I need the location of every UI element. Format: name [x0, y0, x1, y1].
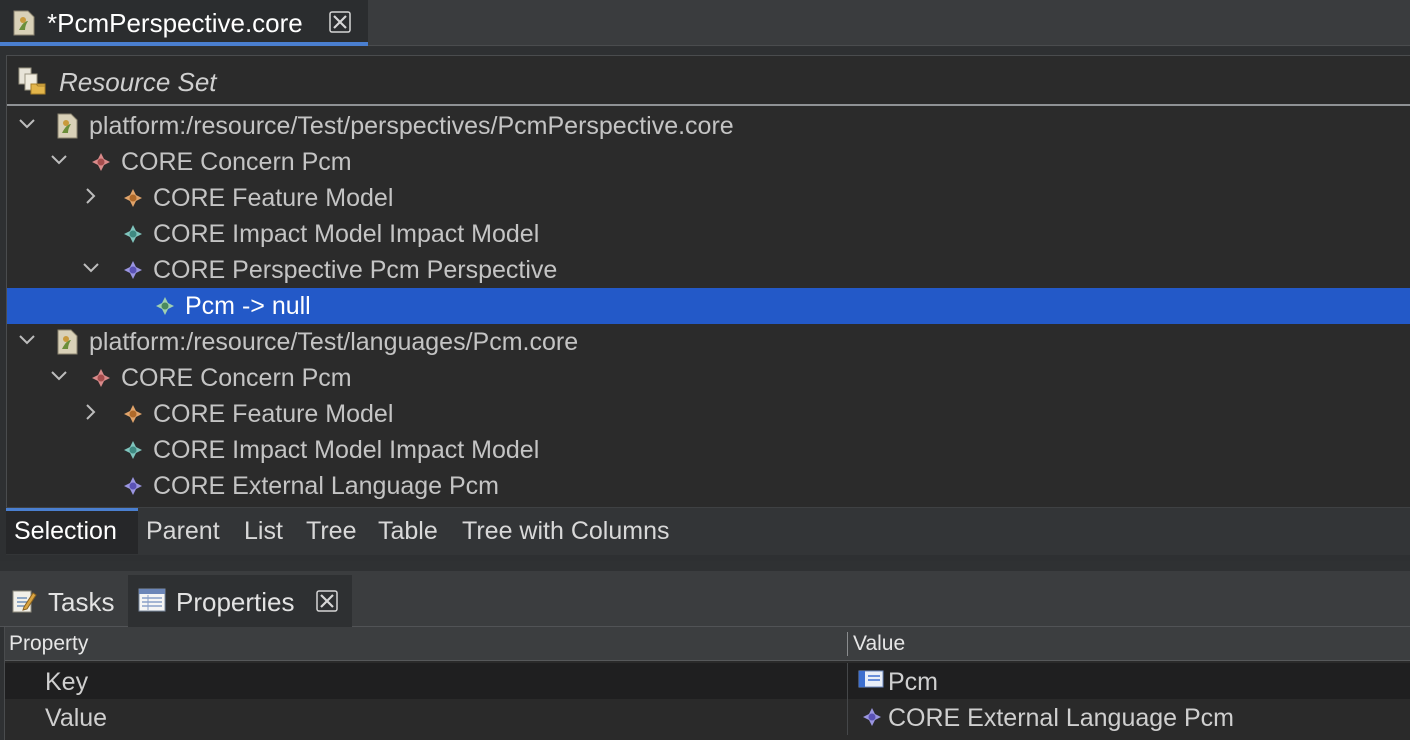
tab-label: Tree with Columns	[462, 517, 670, 545]
tab-tasks[interactable]: Tasks	[0, 575, 126, 627]
external-language-icon	[123, 476, 143, 501]
property-value-cell[interactable]: CORE External Language Pcm	[847, 699, 1410, 735]
tab-list[interactable]: List	[244, 508, 283, 554]
external-language-icon	[862, 707, 882, 732]
resource-set-label: Resource Set	[59, 67, 217, 97]
properties-table: Property Value Key Pcm Value CORE Extern…	[4, 627, 1410, 740]
tab-label: Selection	[14, 517, 117, 545]
core-file-icon	[57, 329, 79, 360]
tree-item-pcmperspective-resource[interactable]: platform:/resource/Test/perspectives/Pcm…	[7, 108, 1410, 144]
tab-table[interactable]: Table	[378, 508, 438, 554]
editor-area: Resource Set platform:/resource/Test/per…	[0, 47, 1410, 561]
tab-tree-with-columns[interactable]: Tree with Columns	[462, 508, 669, 554]
close-icon[interactable]	[329, 11, 351, 38]
core-file-icon	[57, 113, 79, 144]
column-header-property[interactable]: Property	[9, 632, 88, 656]
tree-item-label: platform:/resource/Test/perspectives/Pcm…	[89, 112, 734, 140]
tree-item-label: CORE External Language Pcm	[153, 472, 500, 500]
resource-set-header[interactable]: Resource Set	[7, 56, 1410, 106]
tree-item-label: CORE Concern Pcm	[121, 364, 352, 392]
view-tab-strip: Tasks Properties	[0, 571, 1410, 627]
property-name: Value	[45, 704, 108, 732]
tree-item-mapping-selected[interactable]: Pcm -> null	[7, 288, 1410, 324]
tree-item-pcm-resource[interactable]: platform:/resource/Test/languages/Pcm.co…	[7, 324, 1410, 360]
core-file-icon	[12, 10, 36, 41]
property-value: CORE External Language Pcm	[888, 704, 1235, 732]
tree-item-feature-model[interactable]: CORE Feature Model	[7, 180, 1410, 216]
chevron-right-icon[interactable]	[81, 186, 101, 206]
properties-table-header: Property Value	[5, 627, 1410, 661]
properties-icon	[138, 587, 166, 618]
tree-item-external-language[interactable]: CORE External Language Pcm	[7, 468, 1410, 504]
tab-label: Tasks	[48, 587, 115, 617]
tab-label: Tree	[306, 517, 357, 545]
tab-tree[interactable]: Tree	[306, 508, 356, 554]
tree-item-concern[interactable]: CORE Concern Pcm	[7, 144, 1410, 180]
chevron-down-icon[interactable]	[81, 258, 101, 278]
perspective-icon	[123, 260, 143, 285]
property-value: Pcm	[888, 668, 938, 696]
chevron-down-icon[interactable]	[17, 114, 37, 134]
chevron-down-icon[interactable]	[49, 150, 69, 170]
editor-tab-pcmperspective[interactable]: *PcmPerspective.core	[0, 0, 368, 46]
tree-item-impact-model[interactable]: CORE Impact Model Impact Model	[7, 432, 1410, 468]
column-header-value[interactable]: Value	[853, 632, 905, 656]
tab-properties[interactable]: Properties	[128, 575, 352, 627]
tab-label: Table	[378, 517, 438, 545]
tree-item-label: Pcm -> null	[185, 292, 311, 320]
tab-label: List	[244, 517, 283, 545]
feature-model-icon	[123, 188, 143, 213]
tab-label: Properties	[176, 587, 295, 617]
editor-tab-strip: *PcmPerspective.core	[0, 0, 1410, 46]
tab-parent[interactable]: Parent	[146, 508, 220, 554]
mapping-icon	[155, 296, 175, 321]
tree-item-feature-model[interactable]: CORE Feature Model	[7, 396, 1410, 432]
tab-selection[interactable]: Selection	[6, 508, 138, 554]
editor-tab-title: *PcmPerspective.core	[47, 8, 303, 38]
resource-set-icon	[17, 66, 49, 101]
impact-model-icon	[123, 440, 143, 465]
chevron-down-icon[interactable]	[49, 366, 69, 386]
tree-item-concern[interactable]: CORE Concern Pcm	[7, 360, 1410, 396]
property-row-value[interactable]: Value CORE External Language Pcm	[5, 699, 1410, 735]
tree-item-impact-model[interactable]: CORE Impact Model Impact Model	[7, 216, 1410, 252]
key-value-icon	[858, 670, 884, 695]
property-name: Key	[45, 668, 89, 696]
resource-set-tree: Resource Set platform:/resource/Test/per…	[6, 55, 1410, 555]
tree-item-label: CORE Impact Model Impact Model	[153, 436, 540, 464]
chevron-down-icon[interactable]	[17, 330, 37, 350]
property-value-cell[interactable]: Pcm	[847, 663, 1410, 699]
concern-icon	[91, 152, 111, 177]
tab-label: Parent	[146, 517, 220, 545]
tree-item-label: CORE Concern Pcm	[121, 148, 352, 176]
tasks-icon	[10, 587, 38, 620]
property-row-key[interactable]: Key Pcm	[5, 663, 1410, 699]
sash[interactable]	[0, 561, 1410, 571]
close-icon[interactable]	[316, 590, 338, 617]
tree-item-label: CORE Impact Model Impact Model	[153, 220, 540, 248]
editor-page-tabs: Selection Parent List Tree Table Tree wi…	[6, 507, 1410, 555]
tree-item-label: CORE Perspective Pcm Perspective	[153, 256, 558, 284]
tree-item-label: CORE Feature Model	[153, 184, 394, 212]
column-divider[interactable]	[847, 632, 848, 656]
feature-model-icon	[123, 404, 143, 429]
impact-model-icon	[123, 224, 143, 249]
tree-item-label: platform:/resource/Test/languages/Pcm.co…	[89, 328, 579, 356]
tree-item-perspective[interactable]: CORE Perspective Pcm Perspective	[7, 252, 1410, 288]
chevron-right-icon[interactable]	[81, 402, 101, 422]
tree-item-label: CORE Feature Model	[153, 400, 394, 428]
concern-icon	[91, 368, 111, 393]
